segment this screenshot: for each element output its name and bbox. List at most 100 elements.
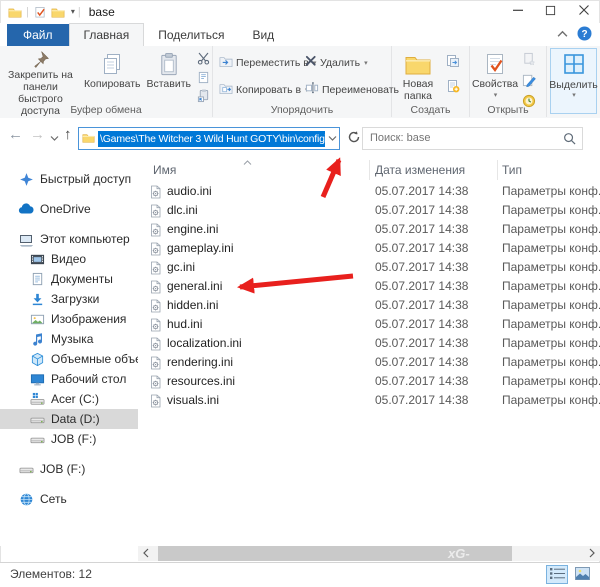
sidebar-item[interactable]: Этот компьютер xyxy=(0,229,138,249)
explorer-window: | ▾ | base Файл Главная Поделиться Вид ?… xyxy=(0,0,600,587)
navigation-bar: ← → ↑ \Games\The Witcher 3 Wild Hunt GOT… xyxy=(0,118,600,155)
file-row[interactable]: gameplay.ini 05.07.2017 14:38 Параметры … xyxy=(138,239,600,258)
copy-to-button[interactable]: Копировать в▾ xyxy=(219,81,305,98)
qat-new-folder-icon[interactable] xyxy=(51,4,66,19)
file-row[interactable]: hud.ini 05.07.2017 14:38 Параметры конф.… xyxy=(138,315,600,334)
maximize-button[interactable] xyxy=(534,0,567,23)
sidebar-item-label: Видео xyxy=(51,252,86,266)
sidebar-item[interactable]: Рабочий стол xyxy=(0,369,138,389)
scroll-right-icon[interactable] xyxy=(586,548,598,559)
file-row[interactable]: dlc.ini 05.07.2017 14:38 Параметры конф.… xyxy=(138,201,600,220)
address-dropdown-icon[interactable] xyxy=(325,135,339,142)
refresh-button[interactable] xyxy=(345,129,363,147)
edit-button[interactable] xyxy=(520,73,538,90)
easy-access-button[interactable] xyxy=(444,54,462,71)
file-list: audio.ini 05.07.2017 14:38 Параметры кон… xyxy=(138,182,600,410)
tab-file[interactable]: Файл xyxy=(7,24,69,46)
ribbon-group-clipboard: Закрепить на панели быстрого доступа Коп… xyxy=(0,46,213,117)
file-row[interactable]: hidden.ini 05.07.2017 14:38 Параметры ко… xyxy=(138,296,600,315)
create-group-label: Создать xyxy=(392,104,469,116)
ini-file-icon xyxy=(149,242,162,256)
column-divider[interactable] xyxy=(369,160,370,180)
sidebar-item-label: Этот компьютер xyxy=(40,232,130,246)
sidebar-item[interactable]: JOB (F:) xyxy=(0,459,138,479)
copy-path-button[interactable] xyxy=(194,70,212,87)
sidebar-item[interactable]: Документы xyxy=(0,269,138,289)
recent-locations-icon[interactable] xyxy=(50,131,59,145)
refresh-icon xyxy=(347,130,361,147)
file-row[interactable]: localization.ini 05.07.2017 14:38 Параме… xyxy=(138,334,600,353)
minimize-button[interactable] xyxy=(501,0,534,23)
horizontal-scrollbar[interactable]: xG- xyxy=(138,546,600,561)
scroll-left-icon[interactable] xyxy=(140,548,152,559)
qat-dropdown-icon[interactable]: ▾ xyxy=(71,7,75,16)
file-row[interactable]: audio.ini 05.07.2017 14:38 Параметры кон… xyxy=(138,182,600,201)
sort-ascending-icon xyxy=(243,155,252,169)
sidebar-item[interactable]: Объемные объекты xyxy=(0,349,138,369)
tab-home[interactable]: Главная xyxy=(69,23,145,47)
sidebar-item[interactable]: JOB (F:) xyxy=(0,429,138,449)
up-button[interactable]: ↑ xyxy=(64,122,72,148)
address-bar[interactable]: \Games\The Witcher 3 Wild Hunt GOTY\bin\… xyxy=(78,127,340,150)
select-button[interactable]: Выделить ▾ xyxy=(550,48,597,114)
sidebar-item[interactable]: Изображения xyxy=(0,309,138,329)
file-row[interactable]: resources.ini 05.07.2017 14:38 Параметры… xyxy=(138,372,600,391)
move-to-icon xyxy=(219,54,233,71)
column-divider[interactable] xyxy=(497,160,498,180)
file-date: 05.07.2017 14:38 xyxy=(375,220,468,239)
file-row[interactable]: visuals.ini 05.07.2017 14:38 Параметры к… xyxy=(138,391,600,410)
sidebar-item[interactable]: Сеть xyxy=(0,489,138,509)
file-type: Параметры конф... xyxy=(502,239,600,258)
ribbon-group-select: Выделить ▾ xyxy=(547,46,600,117)
details-view-button[interactable] xyxy=(546,565,568,584)
sidebar-item[interactable]: Acer (C:) xyxy=(0,389,138,409)
open-button[interactable] xyxy=(520,52,538,69)
back-button[interactable]: ← xyxy=(8,122,23,148)
file-row[interactable]: general.ini 05.07.2017 14:38 Параметры к… xyxy=(138,277,600,296)
tab-view[interactable]: Вид xyxy=(238,24,288,46)
file-date: 05.07.2017 14:38 xyxy=(375,353,468,372)
easy-access-icon xyxy=(446,54,460,71)
file-name: gc.ini xyxy=(167,258,195,277)
search-box[interactable]: Поиск: base xyxy=(362,127,583,150)
column-header-date[interactable]: Дата изменения xyxy=(375,158,465,182)
window-controls xyxy=(501,0,600,23)
search-icon[interactable] xyxy=(563,132,576,148)
thumbnail-view-button[interactable] xyxy=(571,565,593,584)
cut-button[interactable] xyxy=(194,51,212,68)
sidebar-item[interactable]: Загрузки xyxy=(0,289,138,309)
edit-icon xyxy=(522,73,536,90)
move-to-button[interactable]: Переместить в▾ xyxy=(219,54,305,71)
new-item-button[interactable] xyxy=(444,79,462,96)
close-button[interactable] xyxy=(567,0,600,23)
sidebar-item[interactable]: Быстрый доступ xyxy=(0,169,138,189)
sidebar-item[interactable]: OneDrive xyxy=(0,199,138,219)
file-row[interactable]: rendering.ini 05.07.2017 14:38 Параметры… xyxy=(138,353,600,372)
collapse-ribbon-icon[interactable] xyxy=(557,28,568,42)
address-folder-icon xyxy=(82,131,95,147)
qat-properties-icon[interactable] xyxy=(33,4,48,19)
sidebar-item[interactable]: Data (D:) xyxy=(0,409,138,429)
video-icon xyxy=(29,251,45,267)
ini-file-icon xyxy=(149,394,162,408)
ini-file-icon xyxy=(149,185,162,199)
forward-button[interactable]: → xyxy=(30,122,45,148)
delete-button[interactable]: Удалить▾ xyxy=(305,54,399,71)
ribbon-group-organize: Переместить в▾ Удалить▾ Копировать в▾ Пе… xyxy=(213,46,392,117)
ini-file-icon xyxy=(149,337,162,351)
ini-file-icon xyxy=(149,280,162,294)
file-name: gameplay.ini xyxy=(167,239,233,258)
column-header-name[interactable]: Имя xyxy=(153,158,176,182)
file-row[interactable]: gc.ini 05.07.2017 14:38 Параметры конф..… xyxy=(138,258,600,277)
search-placeholder: Поиск: base xyxy=(370,128,430,149)
help-icon[interactable]: ? xyxy=(577,26,592,44)
sidebar-item-label: Изображения xyxy=(51,312,126,326)
file-name: visuals.ini xyxy=(167,391,219,410)
file-row[interactable]: engine.ini 05.07.2017 14:38 Параметры ко… xyxy=(138,220,600,239)
rename-button[interactable]: Переименовать xyxy=(305,81,399,98)
sidebar-item[interactable]: Видео xyxy=(0,249,138,269)
column-header-type[interactable]: Тип xyxy=(502,158,522,182)
ini-file-icon xyxy=(149,299,162,313)
sidebar-item[interactable]: Музыка xyxy=(0,329,138,349)
tab-share[interactable]: Поделиться xyxy=(144,24,238,46)
